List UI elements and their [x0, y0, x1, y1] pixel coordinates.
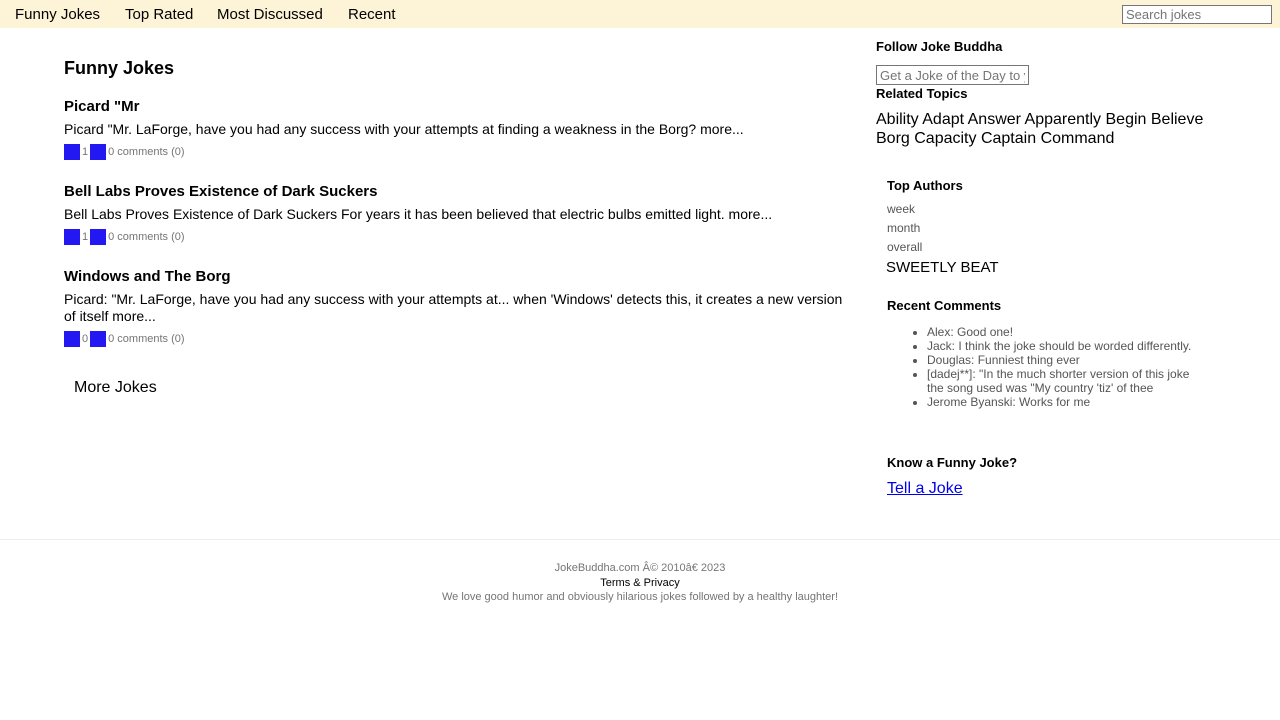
topic-link-captain[interactable]: Captain [981, 130, 1036, 147]
downvote-icon[interactable] [90, 229, 107, 245]
recent-comment-item[interactable]: Jerome Byanski: Works for me [927, 395, 1197, 409]
topic-link-adapt[interactable]: Adapt [922, 111, 964, 128]
footer-divider [0, 539, 1280, 540]
topic-link-borg[interactable]: Borg [876, 130, 910, 147]
recent-comment-item[interactable]: Douglas: Funniest thing ever [927, 353, 1197, 367]
comments-link[interactable]: 0 comments (0) [108, 146, 184, 158]
recent-comment-item[interactable]: Alex: Good one! [927, 325, 1197, 339]
related-topics-heading: Related Topics [876, 86, 968, 101]
authors-period-week[interactable]: week [887, 202, 915, 216]
topic-link-apparently[interactable]: Apparently [1025, 111, 1102, 128]
recent-comments-list: Alex: Good one! Jack: I think the joke s… [887, 325, 1197, 409]
more-jokes-button[interactable]: More Jokes [74, 379, 157, 397]
downvote-icon[interactable] [90, 144, 107, 160]
joke-title[interactable]: Picard "Mr [64, 98, 854, 116]
recent-comment-item[interactable]: [dadej**]: "In the much shorter version … [927, 367, 1197, 395]
upvote-icon[interactable] [64, 229, 80, 245]
joke-title[interactable]: Bell Labs Proves Existence of Dark Sucke… [64, 183, 854, 201]
topic-link-ability[interactable]: Ability [876, 111, 919, 128]
authors-period-month[interactable]: month [887, 221, 920, 235]
joke-summary[interactable]: Picard: "Mr. LaForge, have you had any s… [64, 291, 854, 325]
comments-link[interactable]: 0 comments (0) [108, 231, 184, 243]
joke-title[interactable]: Windows and The Borg [64, 268, 854, 286]
topic-link-capacity[interactable]: Capacity [914, 130, 976, 147]
joke-summary[interactable]: Bell Labs Proves Existence of Dark Sucke… [64, 206, 854, 223]
know-joke-heading: Know a Funny Joke? [887, 455, 1018, 470]
topic-link-command[interactable]: Command [1041, 130, 1115, 147]
recent-comments-heading: Recent Comments [887, 298, 1002, 313]
topic-link-believe[interactable]: Believe [1151, 111, 1203, 128]
comments-link[interactable]: 0 comments (0) [108, 333, 184, 345]
top-nav-bar: Funny Jokes Top Rated Most Discussed Rec… [0, 0, 1280, 28]
related-topics-list: Ability Adapt Answer Apparently Begin Be… [876, 110, 1236, 148]
joke-item: Bell Labs Proves Existence of Dark Sucke… [64, 183, 854, 245]
upvote-icon[interactable] [64, 144, 80, 160]
topic-link-answer[interactable]: Answer [968, 111, 1021, 128]
joke-summary[interactable]: Picard "Mr. LaForge, have you had any su… [64, 121, 854, 138]
downvote-icon[interactable] [90, 331, 107, 347]
joke-item: Windows and The Borg Picard: "Mr. LaForg… [64, 268, 854, 347]
top-authors-heading: Top Authors [887, 178, 963, 193]
nav-item-top-rated[interactable]: Top Rated [125, 6, 193, 23]
recent-comment-item[interactable]: Jack: I think the joke should be worded … [927, 339, 1197, 353]
vote-count: 1 [82, 146, 89, 158]
nav-item-funny-jokes[interactable]: Funny Jokes [15, 6, 100, 23]
authors-period-overall[interactable]: overall [887, 240, 922, 254]
joke-meta: 1 0 comments (0) [64, 229, 854, 245]
joke-meta: 1 0 comments (0) [64, 144, 854, 160]
follow-heading: Follow Joke Buddha [876, 39, 1003, 54]
nav-item-most-discussed[interactable]: Most Discussed [217, 6, 323, 23]
joke-meta: 0 0 comments (0) [64, 331, 854, 347]
vote-count: 0 [82, 333, 89, 345]
joke-item: Picard "Mr Picard "Mr. LaForge, have you… [64, 98, 854, 160]
footer-copyright: JokeBuddha.com Â© 2010â€ 2023 [554, 562, 726, 574]
upvote-icon[interactable] [64, 331, 80, 347]
top-author-link[interactable]: SWEETLY BEAT [886, 259, 999, 276]
search-input[interactable] [1122, 5, 1272, 24]
nav-item-recent[interactable]: Recent [348, 6, 396, 23]
vote-count: 1 [82, 231, 89, 243]
subscribe-email-input[interactable] [876, 65, 1029, 85]
topic-link-begin[interactable]: Begin [1106, 111, 1147, 128]
page-title: Funny Jokes [64, 58, 175, 78]
tell-a-joke-link[interactable]: Tell a Joke [887, 480, 963, 498]
footer-tagline: We love good humor and obviously hilario… [441, 591, 839, 603]
footer-terms-link[interactable]: Terms & Privacy [0, 577, 1280, 589]
